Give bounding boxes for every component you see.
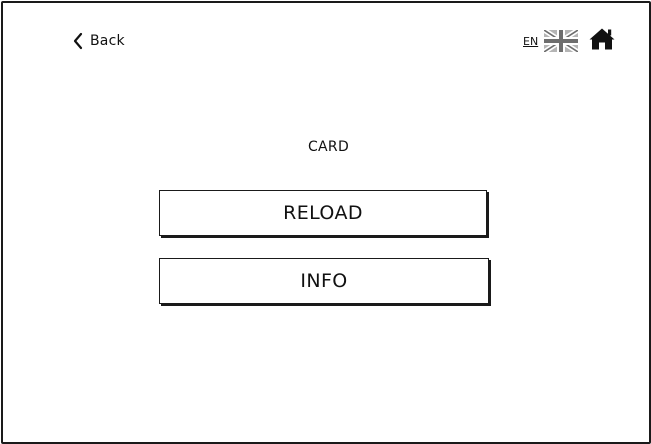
back-label: Back: [90, 33, 125, 49]
home-icon: [588, 27, 616, 51]
language-selector[interactable]: EN: [523, 30, 579, 52]
reload-button[interactable]: RELOAD: [159, 190, 487, 236]
info-button[interactable]: INFO: [159, 258, 489, 304]
home-button[interactable]: [588, 27, 616, 51]
screen-frame: Back EN CARD RELOAD INFO: [1, 1, 651, 444]
chevron-left-icon: [73, 32, 83, 50]
back-button[interactable]: Back: [73, 31, 125, 51]
page-title: CARD: [307, 139, 350, 155]
language-code: EN: [523, 34, 539, 48]
uk-flag-icon: [544, 30, 579, 52]
